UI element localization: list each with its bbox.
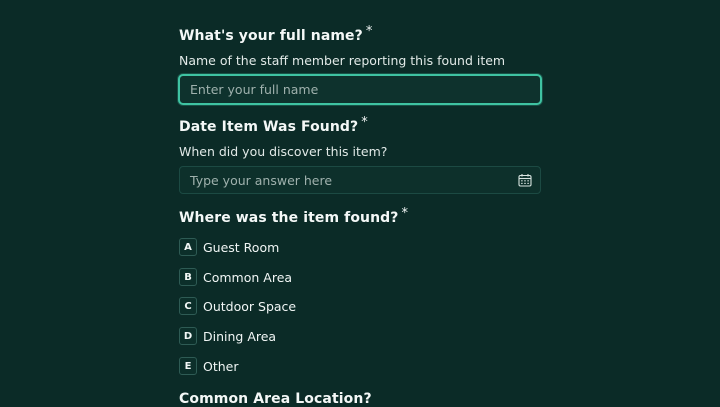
question-date-found-title: Date Item Was Found? *: [179, 115, 368, 135]
required-asterisk: *: [365, 24, 373, 39]
choice-guest-room[interactable]: A Guest Room: [179, 237, 279, 257]
choice-label: Other: [203, 358, 239, 374]
date-found-input-placeholder: Type your answer here: [190, 172, 333, 188]
choice-key-badge: A: [179, 238, 197, 256]
date-found-input[interactable]: Type your answer here: [179, 166, 541, 194]
choice-key-badge: E: [179, 357, 197, 375]
choice-dining-area[interactable]: D Dining Area: [179, 326, 276, 346]
choice-outdoor-space[interactable]: C Outdoor Space: [179, 296, 296, 316]
question-location-title-text: Where was the item found?: [179, 210, 399, 226]
choice-key-badge: C: [179, 297, 197, 315]
choice-other[interactable]: E Other: [179, 356, 239, 376]
question-date-found-description: When did you discover this item?: [179, 144, 388, 159]
question-date-found-title-text: Date Item Was Found?: [179, 119, 359, 135]
choice-label: Dining Area: [203, 328, 277, 344]
question-full-name-description: Name of the staff member reporting this …: [179, 53, 506, 68]
question-location-title: Where was the item found? *: [179, 206, 408, 226]
choice-key-badge: D: [179, 327, 197, 345]
required-asterisk: *: [401, 206, 409, 221]
choice-common-area[interactable]: B Common Area: [179, 267, 292, 287]
required-asterisk: *: [361, 115, 368, 130]
calendar-icon[interactable]: [518, 173, 532, 187]
question-full-name-title: What's your full name? *: [179, 24, 373, 44]
choice-label: Common Area: [203, 269, 293, 285]
full-name-input[interactable]: Enter your full name: [178, 74, 542, 105]
choice-key-badge: B: [179, 268, 197, 286]
full-name-input-placeholder: Enter your full name: [190, 82, 319, 97]
choice-label: Guest Room: [203, 239, 280, 255]
question-full-name-title-text: What's your full name?: [179, 28, 363, 44]
choice-label: Outdoor Space: [203, 298, 297, 314]
